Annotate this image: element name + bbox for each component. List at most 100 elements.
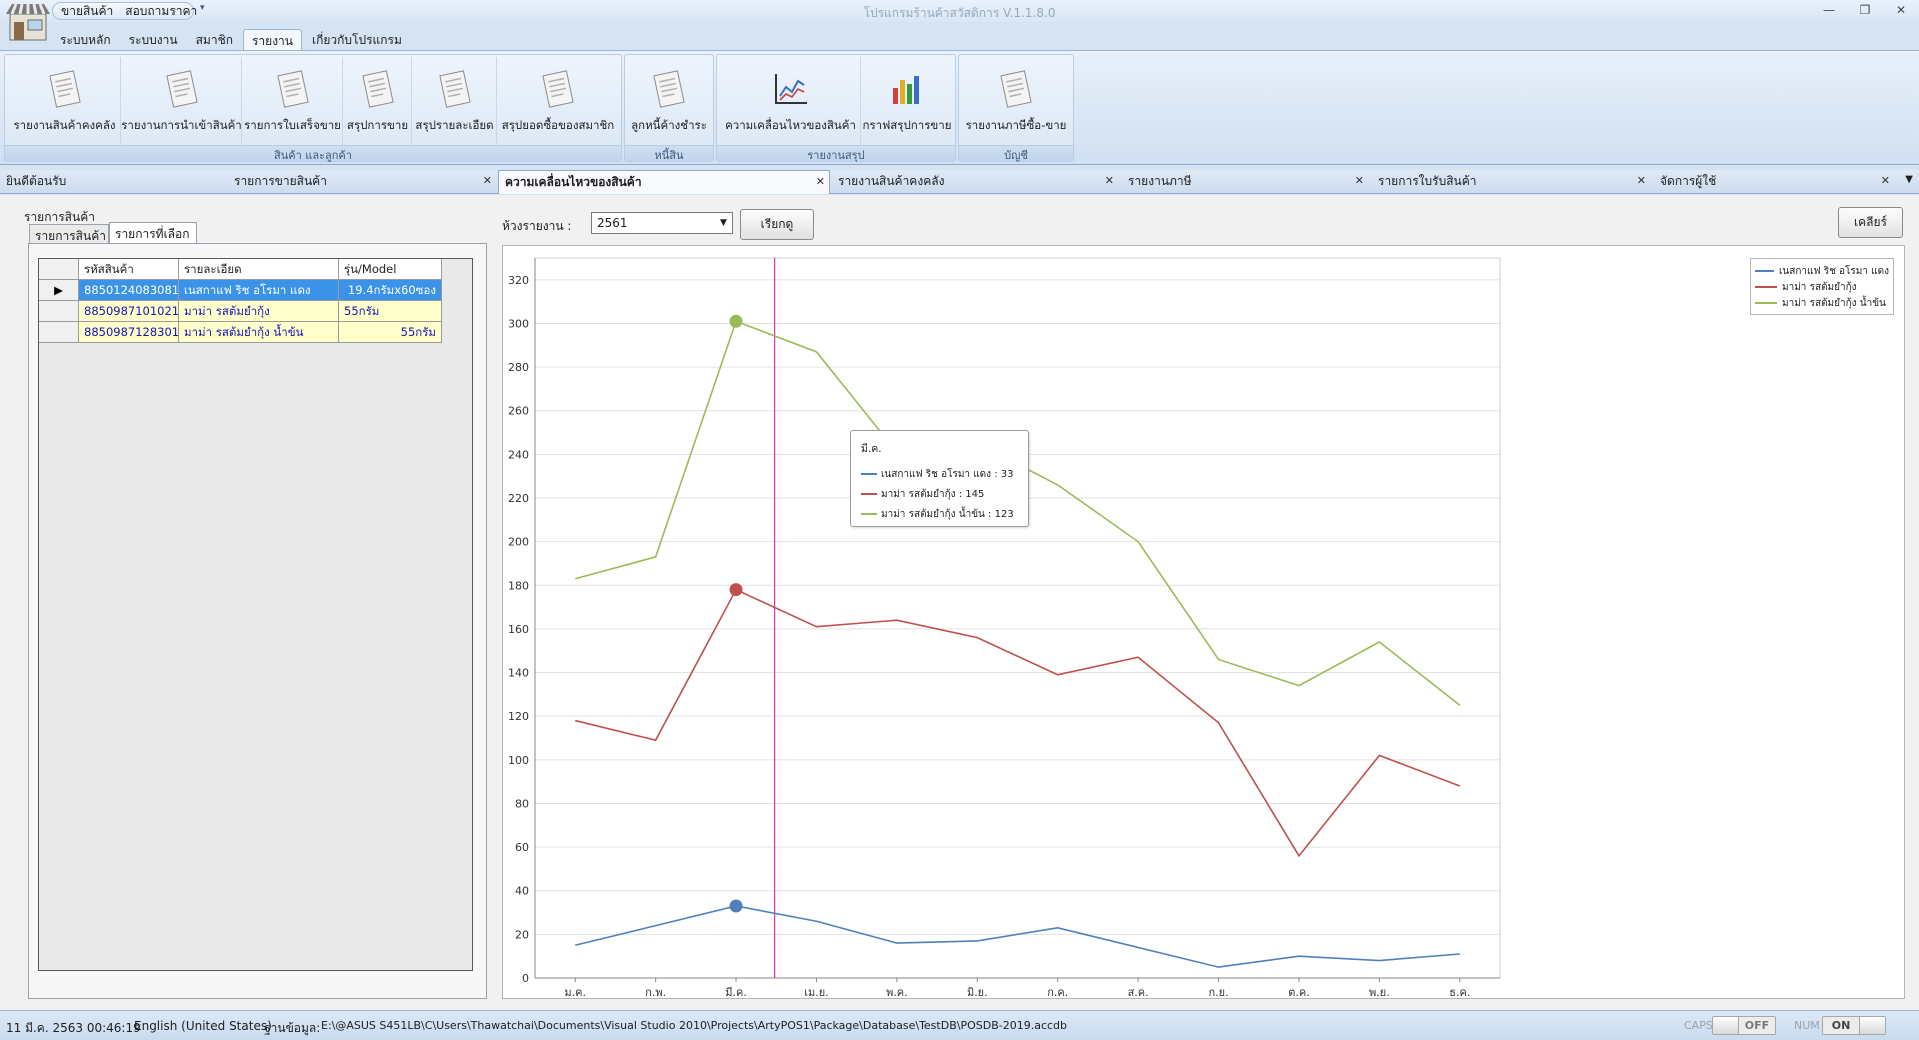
cell-description: มาม่า รสต้มยำกุ้ง [179, 301, 339, 322]
row-header [39, 322, 79, 343]
column-header-code[interactable]: รหัสสินค้า [79, 259, 179, 280]
num-label: NUM [1794, 1019, 1820, 1032]
y-tick-label: 100 [508, 754, 529, 767]
report-doc-icon [651, 69, 687, 109]
import-report-button[interactable]: รายงานการนำเข้าสินค้า [121, 57, 242, 145]
clear-button[interactable]: เคลียร์ [1838, 207, 1903, 238]
member-purchase-summary-button[interactable]: สรุปยอดซื้อของสมาชิก [498, 57, 618, 145]
cell-code: 8850987128301 [79, 322, 179, 343]
y-tick-label: 220 [508, 492, 529, 505]
tab-inventory-report[interactable]: รายงานสินค้าคงคลัง ✕ [832, 170, 1118, 194]
tooltip-item: มาม่า รสต้มยำกุ้ง น้ำข้น : 123 [861, 504, 1018, 524]
table-row[interactable]: 8850987128301 มาม่า รสต้มยำกุ้ง น้ำข้น 5… [39, 322, 442, 343]
tabs-dropdown-icon[interactable]: ▼ [1905, 174, 1913, 185]
sales-receipt-list-button[interactable]: รายการใบเสร็จขาย [243, 57, 343, 145]
query-button[interactable]: เรียกดู [740, 209, 814, 240]
cell-code: 8850987101021 [79, 301, 179, 322]
x-tick-label: ต.ค. [1288, 986, 1310, 998]
ribbon-tab-members[interactable]: สมาชิก [188, 29, 241, 50]
tab-sales-list[interactable]: รายการขายสินค้า ✕ [228, 170, 496, 194]
x-tick-label: มี.ค. [725, 986, 747, 998]
highlight-point-1 [729, 583, 743, 597]
outstanding-debtors-button[interactable]: ลูกหนี้ค้างชำระ [627, 57, 711, 145]
ribbon-group-label: บัญชี [959, 145, 1073, 162]
legend-item: เนสกาแฟ ริช อโรมา แดง [1755, 263, 1889, 279]
status-language: English (United States) [134, 1019, 272, 1033]
x-tick-label: ม.ค. [564, 986, 586, 998]
x-tick-label: ก.พ. [645, 986, 666, 998]
tab-tax-report[interactable]: รายงานภาษี ✕ [1122, 170, 1368, 194]
close-tab-icon[interactable]: ✕ [1881, 170, 1890, 192]
series-line-0 [575, 905, 1460, 968]
caps-lock-indicator: OFF [1712, 1016, 1776, 1035]
y-tick-label: 280 [508, 361, 529, 374]
chart-tooltip: มี.ค. เนสกาแฟ ริช อโรมา แดง : 33 มาม่า ร… [850, 430, 1029, 527]
x-tick-label: ก.ค. [1047, 986, 1068, 998]
cell-model: 55กรัม [339, 322, 442, 343]
y-tick-label: 320 [508, 274, 529, 287]
close-tab-icon[interactable]: ✕ [1637, 170, 1646, 192]
x-tick-label: ธ.ค. [1449, 986, 1470, 998]
tooltip-item: มาม่า รสต้มยำกุ้ง : 145 [861, 484, 1018, 504]
table-row[interactable]: ▶ 8850124083081 เนสกาแฟ ริช อโรมา แดง 19… [39, 280, 442, 301]
ribbon-button-label: รายงานการนำเข้าสินค้า [121, 118, 242, 132]
row-header [39, 301, 79, 322]
highlight-point-0 [729, 899, 743, 913]
report-doc-icon [164, 69, 200, 109]
tab-goods-receipt-list[interactable]: รายการใบรับสินค้า ✕ [1372, 170, 1650, 194]
sales-summary-button[interactable]: สรุปการขาย [344, 57, 412, 145]
ribbon-group-label: รายงานสรุป [717, 145, 955, 162]
y-tick-label: 40 [515, 885, 529, 898]
chevron-down-icon[interactable]: ▼ [715, 213, 732, 233]
close-window-button[interactable]: ✕ [1883, 0, 1919, 20]
report-doc-icon [360, 69, 396, 109]
period-label: ห้วงรายงาน : [502, 219, 572, 233]
report-doc-icon [47, 69, 83, 109]
close-tab-icon[interactable]: ✕ [1355, 170, 1364, 192]
ribbon-tab-operations[interactable]: ระบบงาน [121, 29, 186, 50]
column-header-description[interactable]: รายละเอียด [179, 259, 339, 280]
chart-legend: เนสกาแฟ ริช อโรมา แดง มาม่า รสต้มยำกุ้ง … [1750, 258, 1894, 315]
tooltip-swatch [861, 513, 877, 515]
ribbon-button-label: กราฟสรุปการขาย [862, 118, 952, 132]
subtab-product-list[interactable]: รายการสินค้า [29, 224, 109, 244]
close-tab-icon[interactable]: ✕ [816, 171, 825, 193]
inventory-report-button[interactable]: รายงานสินค้าคงคลัง [9, 57, 121, 145]
cell-model: 19.4กรัมx60ซอง [339, 280, 442, 301]
minimize-button[interactable]: — [1811, 0, 1847, 20]
y-tick-label: 240 [508, 448, 529, 461]
ribbon-button-label: สรุปรายละเอียด [415, 118, 494, 132]
sales-summary-graph-button[interactable]: กราฟสรุปการขาย [862, 57, 952, 145]
period-value: 2561 [597, 216, 628, 230]
ribbon-group-accounting: รายงานภาษีซื้อ-ขาย บัญชี [958, 54, 1074, 162]
report-doc-icon [437, 69, 473, 109]
ribbon-button-label: รายงานภาษีซื้อ-ขาย [965, 118, 1067, 132]
ribbon-tab-about[interactable]: เกี่ยวกับโปรแกรม [304, 29, 410, 50]
tab-user-management[interactable]: จัดการผู้ใช้ ✕ [1654, 170, 1894, 194]
ribbon-group-summary-reports: ความเคลื่อนไหวของสินค้า กราฟสรุปการขาย ร… [716, 54, 956, 162]
table-row[interactable]: 8850987101021 มาม่า รสต้มยำกุ้ง 55กรัม [39, 301, 442, 322]
close-tab-icon[interactable]: ✕ [1105, 170, 1114, 192]
tooltip-swatch [861, 473, 877, 475]
period-select[interactable]: 2561 ▼ [591, 212, 733, 234]
y-tick-label: 20 [515, 928, 529, 941]
current-row-indicator-icon: ▶ [39, 280, 79, 301]
subtab-selected-items[interactable]: รายการที่เลือก [109, 222, 197, 244]
ribbon-button-label: ลูกหนี้ค้างชำระ [631, 118, 707, 132]
selected-products-grid: รหัสสินค้า รายละเอียด รุ่น/Model ▶ 88501… [38, 258, 473, 971]
ribbon-group-label: หนี้สิน [625, 145, 713, 162]
tab-product-movement[interactable]: ความเคลื่อนไหวของสินค้า ✕ [498, 170, 830, 194]
tax-report-button[interactable]: รายงานภาษีซื้อ-ขาย [961, 57, 1071, 145]
x-tick-label: พ.ค. [886, 986, 908, 998]
close-tab-icon[interactable]: ✕ [483, 170, 492, 192]
ribbon-tab-main[interactable]: ระบบหลัก [52, 29, 119, 50]
y-tick-label: 60 [515, 841, 529, 854]
tooltip-swatch [861, 493, 877, 495]
detail-summary-button[interactable]: สรุปรายละเอียด [413, 57, 497, 145]
tab-welcome[interactable]: ยินดีต้อนรับ [0, 170, 228, 194]
column-header-model[interactable]: รุ่น/Model [339, 259, 442, 280]
ribbon-tab-reports[interactable]: รายงาน [242, 29, 302, 50]
restore-button[interactable]: ❐ [1847, 0, 1883, 20]
x-tick-label: ก.ย. [1208, 986, 1228, 998]
product-movement-button[interactable]: ความเคลื่อนไหวของสินค้า [721, 57, 861, 145]
